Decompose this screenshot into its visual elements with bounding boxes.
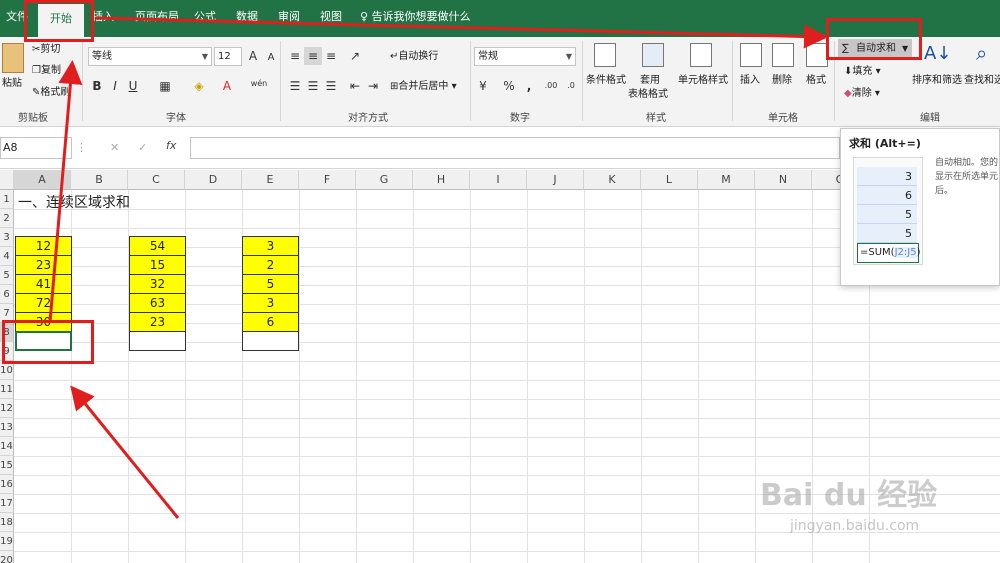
arrow-to-cell (70, 385, 180, 519)
arrow-to-home-tab (48, 60, 83, 323)
arrow-to-autosum (95, 16, 828, 49)
watermark-url: jingyan.baidu.com (790, 518, 920, 534)
watermark-logo: Bai du 经验 (760, 478, 938, 513)
